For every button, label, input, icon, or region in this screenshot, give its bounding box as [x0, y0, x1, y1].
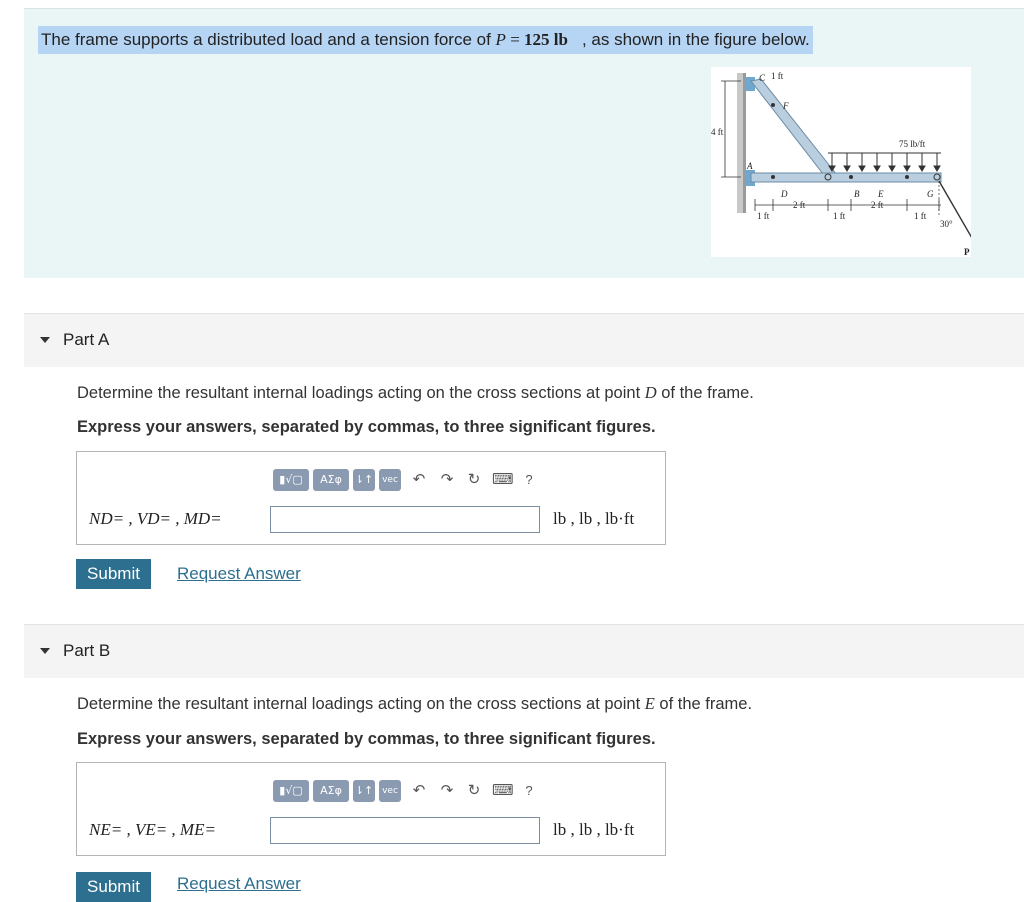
p-equals: = [505, 30, 525, 49]
part-b-instruction: Express your answers, separated by comma… [77, 730, 656, 748]
dim-2-label: 2 ft [793, 200, 806, 210]
part-b-answer-box: ▮√▢ ΑΣφ ⇂↑ vec ↶ ↷ ↻ ⌨ ? NE= , VE= , ME=… [76, 762, 666, 856]
keyboard-icon[interactable]: ⌨ [492, 469, 514, 491]
point-a-label: A [746, 161, 753, 171]
problem-text: The frame supports a distributed load an… [38, 26, 813, 54]
problem-statement: The frame supports a distributed load an… [24, 8, 1024, 278]
reset-icon[interactable]: ↻ [465, 469, 483, 491]
vec-button[interactable]: vec [379, 469, 401, 491]
part-b-answer-input[interactable] [270, 817, 540, 844]
undo-icon[interactable]: ↶ [410, 469, 428, 491]
part-a-title: Part A [63, 330, 110, 349]
caret-down-icon [40, 648, 50, 654]
dim-height-label: 4 ft [711, 127, 724, 137]
part-b-title: Part B [63, 641, 111, 660]
part-a-variables: ND= , VD= , MD= [89, 509, 222, 528]
part-b-header[interactable]: Part B [24, 624, 1024, 678]
problem-text-after: , as shown in the figure below. [581, 30, 810, 49]
part-b-request-answer-link[interactable]: Request Answer [177, 874, 301, 894]
problem-text-before: The frame supports a distributed load an… [41, 30, 496, 49]
arrows-button[interactable]: ⇂↑ [353, 469, 375, 491]
undo-icon[interactable]: ↶ [410, 780, 428, 802]
force-p-arrow [938, 180, 971, 238]
greek-button[interactable]: ΑΣφ [313, 469, 349, 491]
wall [737, 73, 743, 213]
part-a-request-answer-link[interactable]: Request Answer [177, 564, 301, 584]
reset-icon[interactable]: ↻ [465, 780, 483, 802]
part-a-answer-input[interactable] [270, 506, 540, 533]
frame-figure: 1 ft 4 ft 75 lb/ft 30° P C F A D B E G 1… [711, 67, 971, 257]
diagonal-member [750, 78, 838, 180]
part-b-point: E [644, 694, 655, 713]
caret-down-icon [40, 337, 50, 343]
part-a-answer-box: ▮√▢ ΑΣφ ⇂↑ vec ↶ ↷ ↻ ⌨ ? ND= , VD= , MD=… [76, 451, 666, 545]
horizontal-member [750, 172, 942, 183]
part-a-submit-button[interactable]: Submit [76, 559, 151, 589]
dim-1-label: 1 ft [757, 211, 770, 221]
point-e-label: E [877, 189, 884, 199]
arrows-button[interactable]: ⇂↑ [353, 780, 375, 802]
part-a-header[interactable]: Part A [24, 313, 1024, 367]
part-a-point: D [644, 383, 657, 402]
part-b-units: lb , lb , lb·ft [553, 820, 635, 839]
redo-icon[interactable]: ↷ [438, 469, 456, 491]
help-icon[interactable]: ? [520, 780, 538, 802]
redo-icon[interactable]: ↷ [438, 780, 456, 802]
part-a-units: lb , lb , lb·ft [553, 509, 635, 528]
distributed-load [828, 153, 941, 172]
angle-label: 30° [940, 219, 953, 229]
part-b-prompt: Determine the resultant internal loading… [77, 694, 753, 713]
greek-button[interactable]: ΑΣφ [313, 780, 349, 802]
load-label: 75 lb/ft [899, 139, 926, 149]
point-g-label: G [927, 189, 934, 199]
help-icon[interactable]: ? [520, 469, 538, 491]
point-d-label: D [780, 189, 788, 199]
part-a-prompt: Determine the resultant internal loading… [77, 383, 754, 402]
templates-button[interactable]: ▮√▢ [273, 780, 309, 802]
dim-5-label: 1 ft [914, 211, 927, 221]
part-b-submit-button[interactable]: Submit [76, 872, 151, 902]
dim-4-label: 2 ft [871, 200, 884, 210]
force-label: P [964, 247, 970, 257]
point-c-label: C [759, 73, 766, 83]
templates-button[interactable]: ▮√▢ [273, 469, 309, 491]
keyboard-icon[interactable]: ⌨ [492, 780, 514, 802]
dim-top-label: 1 ft [771, 71, 784, 81]
point-b-label: B [854, 189, 860, 199]
p-value: 125 lb [524, 30, 568, 49]
p-variable: P [495, 30, 506, 49]
part-b-variables: NE= , VE= , ME= [89, 820, 216, 839]
vec-button[interactable]: vec [379, 780, 401, 802]
point-f-label: F [782, 101, 789, 111]
part-a-instruction: Express your answers, separated by comma… [77, 418, 656, 436]
dim-3-label: 1 ft [833, 211, 846, 221]
